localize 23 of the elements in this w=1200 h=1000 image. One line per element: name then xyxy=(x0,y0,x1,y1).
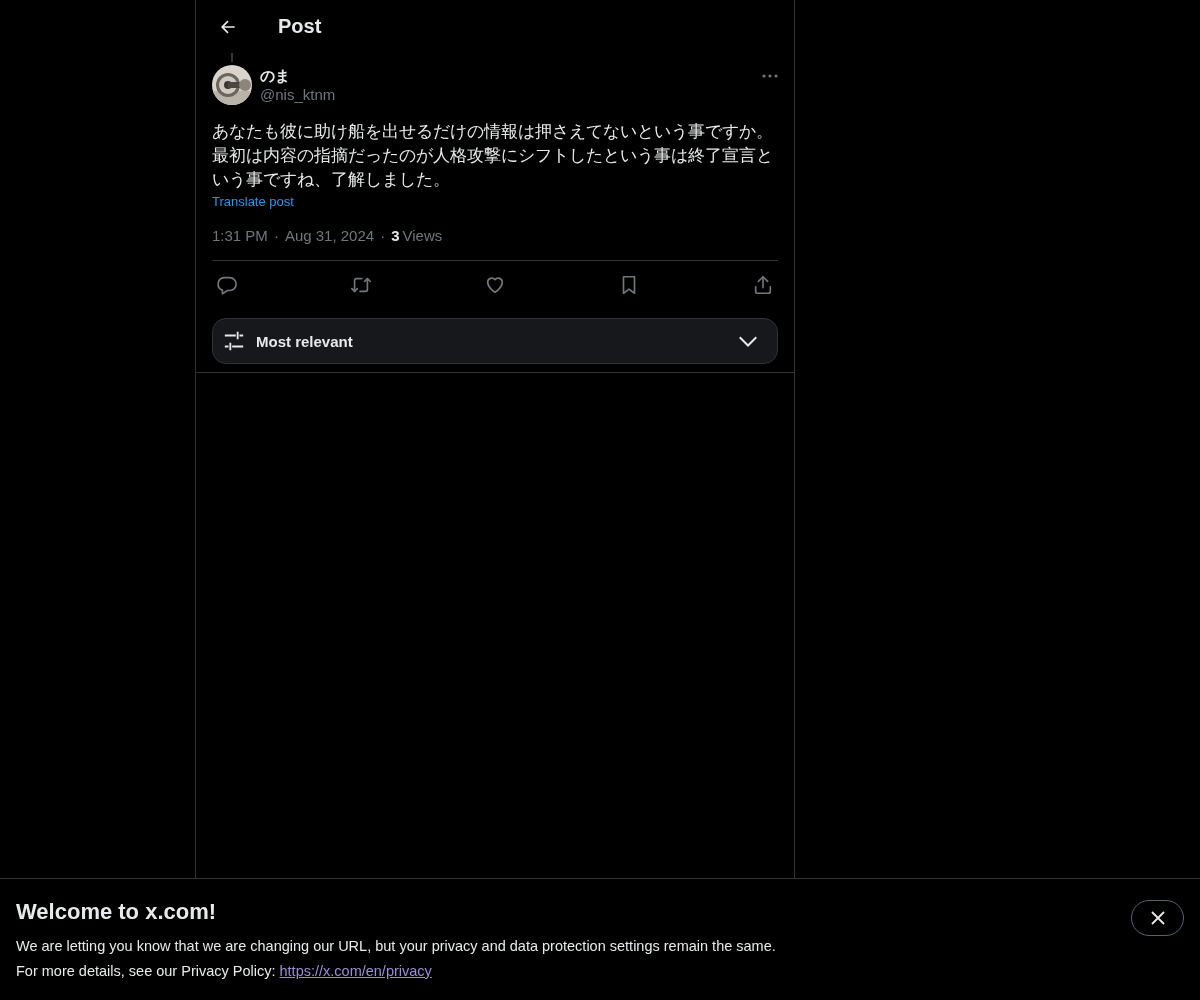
user-handle[interactable]: @nis_ktnm xyxy=(260,86,754,103)
sliders-icon xyxy=(223,330,245,352)
translate-link[interactable]: Translate post xyxy=(212,194,294,209)
more-icon[interactable] xyxy=(762,74,778,78)
separator-dot: · xyxy=(273,227,279,244)
post-time[interactable]: 1:31 PM xyxy=(212,227,268,244)
close-button[interactable] xyxy=(1131,900,1184,936)
page-title: Post xyxy=(278,15,322,38)
close-icon xyxy=(1150,911,1165,925)
banner-text: We are letting you know that we are changing our URL, but your privacy and data protection settings remain the same. xyxy=(16,937,776,956)
share-icon[interactable] xyxy=(752,274,774,296)
display-name[interactable]: のま xyxy=(260,67,754,86)
post-date[interactable]: Aug 31, 2024 xyxy=(284,227,375,244)
separator-dot: · xyxy=(380,227,386,244)
banner-title: Welcome to x.com! xyxy=(16,899,218,925)
reply-icon[interactable] xyxy=(216,274,238,296)
views-label: Views xyxy=(402,227,443,244)
sort-dropdown[interactable]: Most relevant xyxy=(212,318,778,364)
like-icon[interactable] xyxy=(484,274,506,296)
privacy-link[interactable]: https://x.com/en/privacy xyxy=(279,963,432,979)
post-text: あなたも彼に助け船を出せるだけの情報は押さえてないという事ですか。最初は内容の指摘だったのが人格攻撃にシフトしたという事は終了宣言という事ですね、了解しました。 xyxy=(212,121,774,190)
views-count: 3 xyxy=(391,227,400,244)
banner-text: For more details, see our Privacy Policy: https://x.com/en/privacy xyxy=(16,962,433,981)
